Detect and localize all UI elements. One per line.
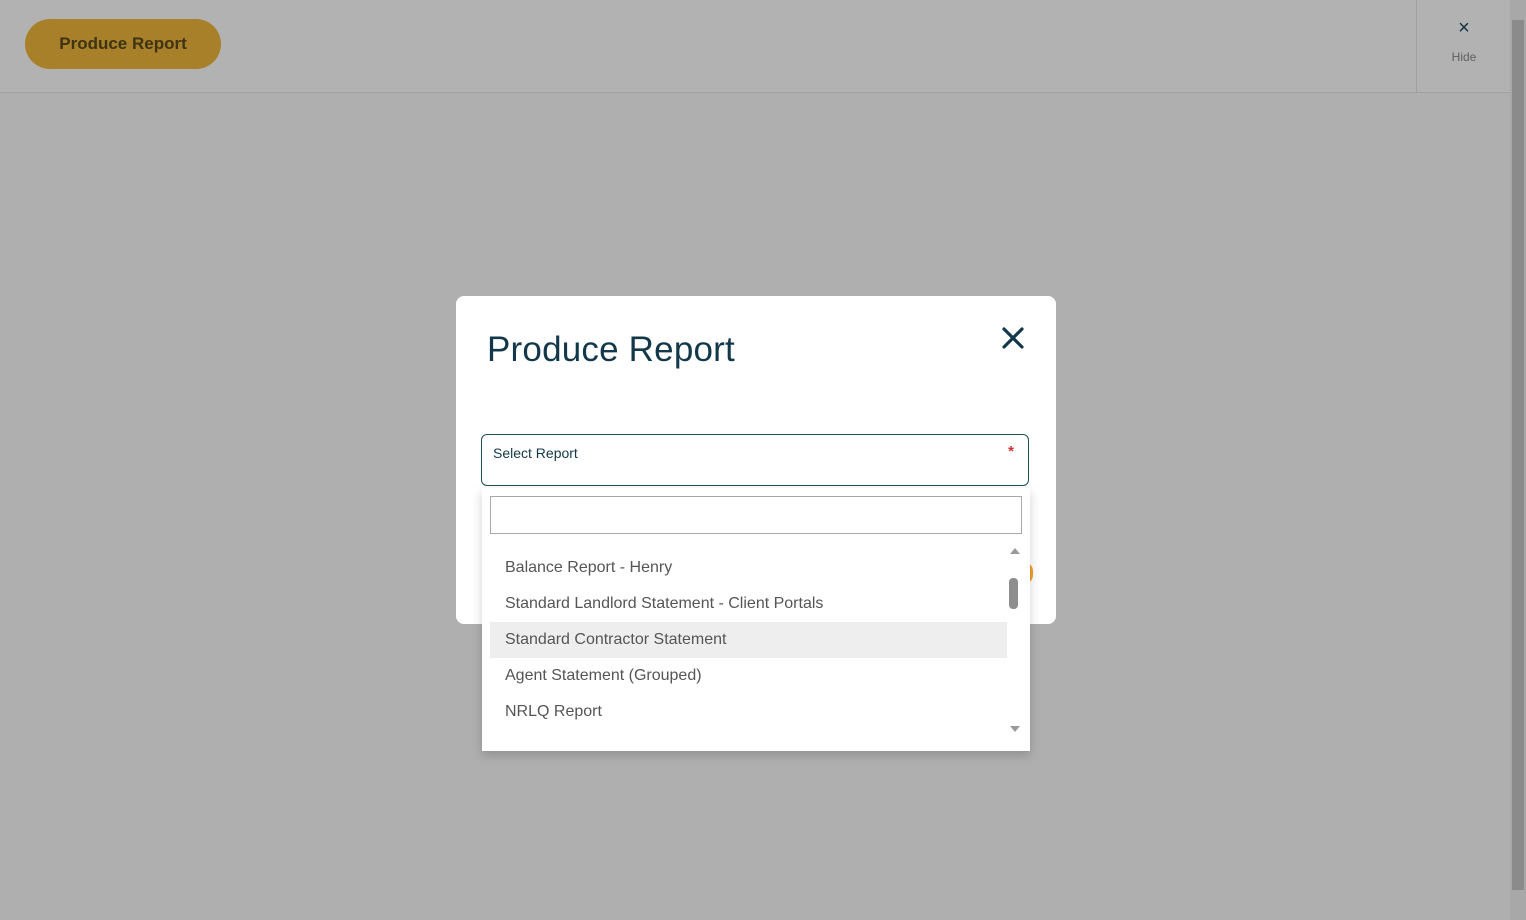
dropdown-option[interactable]: Standard Landlord Statement - Client Por… bbox=[490, 586, 1007, 622]
dropdown-option-highlighted[interactable]: Standard Contractor Statement bbox=[490, 622, 1007, 658]
select-report-label: Select Report bbox=[493, 445, 578, 461]
dropdown-scrollbar[interactable] bbox=[1007, 543, 1021, 743]
dialog-title: Produce Report bbox=[487, 330, 735, 369]
chevron-down-icon[interactable] bbox=[1010, 726, 1020, 732]
dropdown-option[interactable]: NRLQ Report bbox=[490, 694, 1007, 730]
report-dropdown: Balance Report - Henry Standard Landlord… bbox=[482, 488, 1030, 751]
dropdown-option[interactable]: Balance Report - Henry bbox=[490, 550, 1007, 586]
page: Produce Report × Hide Produce Report Sel… bbox=[0, 0, 1526, 920]
close-button[interactable] bbox=[997, 322, 1029, 354]
required-marker: * bbox=[1008, 443, 1014, 460]
dropdown-search-input[interactable] bbox=[490, 496, 1022, 534]
select-report-field[interactable]: Select Report * bbox=[481, 434, 1029, 486]
chevron-up-icon[interactable] bbox=[1010, 548, 1020, 554]
dropdown-option[interactable]: Agent Statement (Grouped) bbox=[490, 658, 1007, 694]
close-icon bbox=[1002, 327, 1024, 349]
report-options-list: Balance Report - Henry Standard Landlord… bbox=[490, 550, 1007, 730]
dropdown-scrollbar-thumb[interactable] bbox=[1009, 578, 1018, 609]
